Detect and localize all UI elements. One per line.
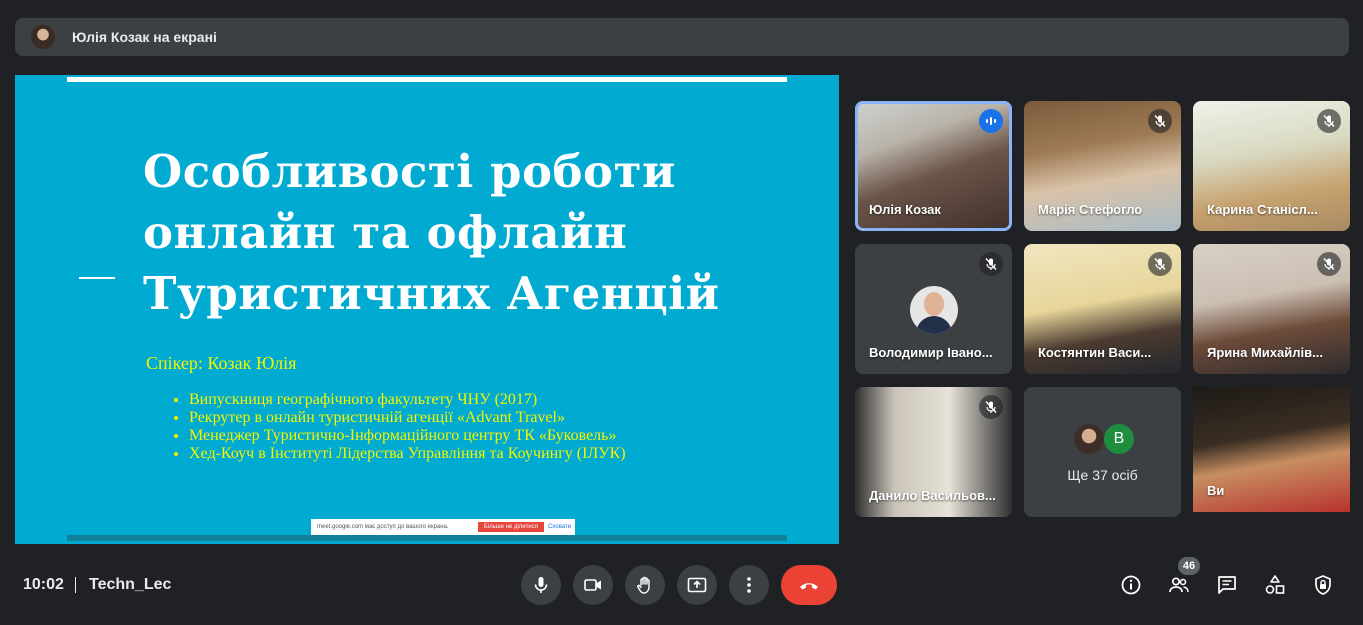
participant-name: Ви	[1207, 483, 1225, 498]
participant-tile[interactable]: Карина Станісл...	[1193, 101, 1350, 231]
chat-button[interactable]	[1215, 573, 1239, 597]
participant-tile[interactable]: Ярина Михайлів...	[1193, 244, 1350, 374]
slide-bullet: Рекрутер в онлайн туристичній агенції «A…	[189, 409, 626, 427]
camera-icon	[584, 579, 601, 591]
divider	[75, 577, 76, 593]
participant-tile[interactable]: Марія Стефогло	[1024, 101, 1181, 231]
slide-title: Особливості роботи онлайн та офлайн Тури…	[143, 141, 793, 324]
participant-name: Костянтин Вaси...	[1038, 345, 1152, 360]
participant-name: Марія Стефогло	[1038, 202, 1143, 217]
slide-bullet: Випускниця географічного факультету ЧНУ …	[189, 391, 626, 409]
hand-icon	[637, 576, 650, 594]
slide-bullet: Хед-Коуч в Інституті Лідерства Управлінн…	[189, 445, 626, 463]
sharing-notification-text: meet.google.com має доступ до вашого екр…	[317, 524, 449, 530]
slide-dash	[79, 277, 115, 279]
participant-name: Карина Станісл...	[1207, 202, 1318, 217]
meeting-details-button[interactable]	[1119, 573, 1143, 597]
slide-title-line: Туристичних Агенцій	[143, 267, 720, 320]
mic-off-icon	[1317, 252, 1341, 276]
host-controls-button[interactable]	[1311, 573, 1335, 597]
presenter-banner-text: Юлія Козак на екрані	[72, 29, 217, 45]
participant-tile[interactable]: Володимир Івано...	[855, 244, 1012, 374]
slide-bullet: Менеджер Туристично-Інформаційного центр…	[189, 427, 626, 445]
meeting-name[interactable]: Techn_Lec	[89, 576, 171, 594]
participant-name: Данило Васильов...	[869, 488, 996, 503]
hang-up-icon	[800, 583, 818, 590]
raise-hand-button[interactable]	[625, 565, 665, 605]
participant-name: Юлія Козак	[869, 202, 941, 217]
mic-off-icon	[1148, 252, 1172, 276]
mic-off-icon	[979, 395, 1003, 419]
more-participants-count: Ще 37 осіб	[1067, 467, 1138, 483]
participant-name: Володимир Івано...	[869, 345, 993, 360]
more-options-button[interactable]	[729, 565, 769, 605]
speaking-indicator-icon	[979, 109, 1003, 133]
participant-avatar	[910, 286, 958, 334]
present-icon	[687, 577, 707, 593]
more-vert-icon	[747, 577, 751, 593]
presenter-banner: Юлія Козак на екрані	[15, 18, 1349, 56]
presenter-avatar	[31, 25, 55, 49]
mic-off-icon	[979, 252, 1003, 276]
participant-tile[interactable]: Юлія Козак	[855, 101, 1012, 231]
mic-off-icon	[1148, 109, 1172, 133]
end-call-button[interactable]	[781, 565, 837, 605]
sharing-notification-bar: meet.google.com має доступ до вашого екр…	[311, 519, 575, 535]
participant-avatar-letter: B	[1104, 424, 1134, 454]
shield-lock-icon	[1315, 575, 1331, 595]
slide-title-line: онлайн та офлайн	[143, 206, 628, 259]
participant-name: Ярина Михайлів...	[1207, 345, 1323, 360]
microphone-button[interactable]	[521, 565, 561, 605]
self-view-tile[interactable]: Ви	[1193, 387, 1350, 512]
slide-bullets: Випускниця географічного факультету ЧНУ …	[155, 391, 626, 463]
stop-sharing-button[interactable]: Більше не ділитися	[477, 522, 544, 532]
participant-tile[interactable]: Данило Васильов...	[855, 387, 1012, 517]
microphone-icon	[534, 577, 548, 593]
slide-title-line: Особливості роботи	[143, 145, 676, 198]
participants-button[interactable]	[1167, 573, 1191, 597]
activities-icon	[1265, 575, 1285, 594]
slide-speaker: Спікер: Козак Юлія	[146, 353, 297, 373]
people-icon	[1169, 577, 1189, 593]
info-icon	[1121, 575, 1141, 595]
shared-screen: Особливості роботи онлайн та офлайн Тури…	[15, 75, 839, 544]
participant-avatar	[1074, 424, 1104, 454]
present-screen-button[interactable]	[677, 565, 717, 605]
participant-tile[interactable]: Костянтин Вaси...	[1024, 244, 1181, 374]
slide-top-bar	[67, 77, 787, 82]
chat-icon	[1218, 576, 1236, 594]
meeting-clock: 10:02	[23, 576, 64, 593]
camera-button[interactable]	[573, 565, 613, 605]
mic-off-icon	[1317, 109, 1341, 133]
more-participants-tile[interactable]: B Ще 37 осіб	[1024, 387, 1181, 517]
hide-notification-button[interactable]: Сховати	[548, 524, 571, 530]
activities-button[interactable]	[1263, 573, 1287, 597]
slide-bottom-bar	[67, 535, 787, 541]
